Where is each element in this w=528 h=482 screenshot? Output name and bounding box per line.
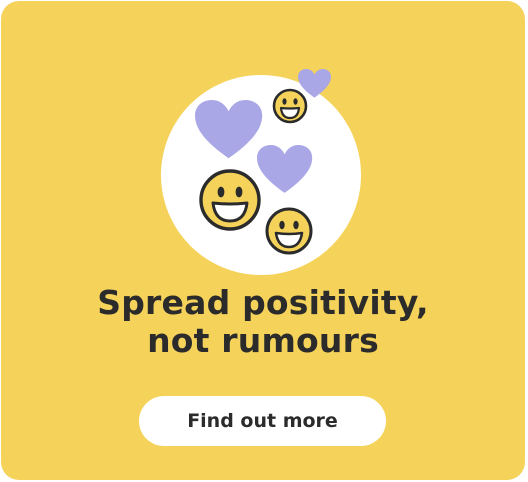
smiley-face-icon <box>199 169 261 231</box>
positivity-illustration <box>151 49 371 275</box>
headline: Spread positivity, not rumours <box>1 284 525 360</box>
headline-line-2: not rumours <box>147 321 379 360</box>
smiley-face-icon <box>272 88 308 124</box>
smiley-face-icon <box>265 207 313 255</box>
headline-line-1: Spread positivity, <box>97 283 429 322</box>
illustration-circle <box>161 75 361 275</box>
promo-card: Spread positivity, not rumours Find out … <box>1 1 525 480</box>
find-out-more-button[interactable]: Find out more <box>139 396 386 446</box>
